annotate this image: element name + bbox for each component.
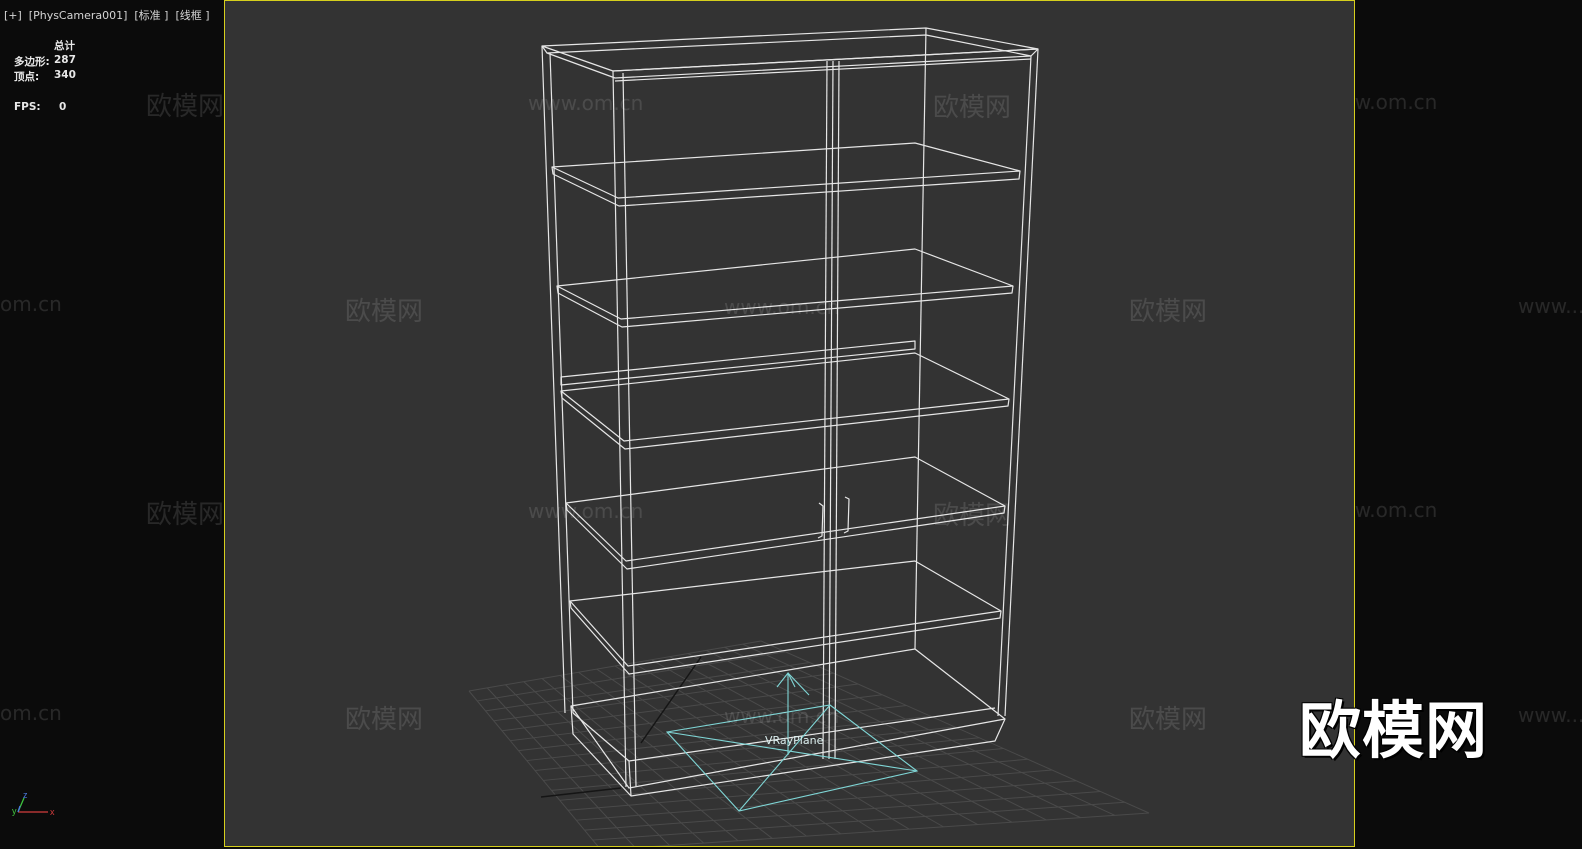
- vertices-value: 340: [54, 69, 76, 81]
- viewport-label[interactable]: [+] [PhysCamera001] [标准 ] [线框 ]: [4, 7, 210, 23]
- grid-line: [567, 769, 1053, 811]
- grid-line: [576, 780, 1077, 821]
- vray-plane-label[interactable]: VRayPlane: [765, 734, 823, 747]
- z-axis-label: z: [23, 790, 28, 800]
- grid-line: [742, 643, 1115, 816]
- watermark-url: www...: [1518, 703, 1582, 727]
- watermark-logo: 欧模网: [1129, 297, 1208, 327]
- watermark-url: www.om.cn: [528, 91, 644, 115]
- grid-line: [592, 801, 1125, 841]
- watermark-logo: 欧模网: [933, 501, 1012, 531]
- watermark-logo: 欧模网: [1129, 705, 1208, 735]
- watermark-url: om.cn: [0, 701, 62, 725]
- grid-line: [584, 791, 1101, 831]
- vertices-label: 顶点:: [14, 71, 40, 83]
- fps-label: FPS:: [14, 101, 41, 113]
- watermark-url: www.om.cn: [724, 295, 840, 319]
- watermark-logo: 欧模网: [933, 93, 1012, 123]
- watermark-url: www...: [1518, 294, 1582, 318]
- watermark-url: om.cn: [0, 292, 62, 316]
- watermark-logo: 欧模网: [345, 705, 424, 735]
- polygons-value: 287: [54, 54, 76, 66]
- watermark-logo: 欧模网: [146, 92, 225, 122]
- perspective-viewport[interactable]: www.om.cn 欧模网 欧模网 www.om.cn 欧模网 www.om.c…: [224, 0, 1355, 847]
- cabinet-wireframe: [541, 27, 1039, 797]
- brand-watermark-logo: 欧模网: [1299, 694, 1489, 767]
- stats-header: 总计: [54, 40, 75, 52]
- polygons-label: 多边形:: [14, 56, 50, 68]
- watermark-logo: 欧模网: [146, 500, 225, 530]
- fps-value: 0: [59, 101, 67, 113]
- x-axis-label: x: [50, 807, 55, 817]
- watermark-logo: 欧模网: [345, 297, 424, 327]
- axis-gizmo: x y z: [12, 790, 55, 817]
- watermark-url: www.om.cn: [528, 499, 644, 523]
- watermark-url: www.om.cn: [724, 704, 840, 728]
- grid-line: [468, 690, 599, 846]
- y-axis-label: y: [12, 806, 17, 816]
- grid-line: [652, 812, 1150, 846]
